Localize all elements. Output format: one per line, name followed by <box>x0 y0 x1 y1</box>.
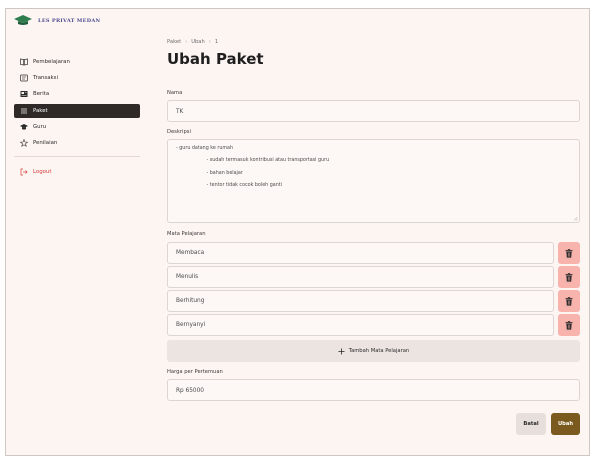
deskripsi-line: - bahan belajar <box>176 170 243 176</box>
trash-icon <box>565 296 573 306</box>
resize-handle-icon[interactable] <box>573 216 578 221</box>
subject-row: Membaca <box>167 242 580 264</box>
list-icon <box>20 107 28 115</box>
sidebar-item-guru[interactable]: Guru <box>14 120 140 134</box>
breadcrumb: Paket › Ubah › 1 <box>167 39 218 45</box>
sidebar-item-label: Guru <box>33 123 47 130</box>
sidebar-item-label: Berita <box>33 91 50 98</box>
deskripsi-label: Deskripsi <box>167 129 191 135</box>
add-subject-label: Tambah Mata Pelajaran <box>348 348 410 354</box>
deskripsi-field[interactable]: - guru datang ke rumah - sudah termasuk … <box>167 139 580 223</box>
trash-icon <box>565 248 573 258</box>
logout-button[interactable]: Logout <box>14 165 140 179</box>
app-window: LES PRIVAT MEDAN Pembelajaran Transaksi … <box>5 8 590 456</box>
sidebar-item-transaksi[interactable]: Transaksi <box>14 71 140 85</box>
breadcrumb-item-ubah[interactable]: Ubah <box>191 39 205 45</box>
subject-field[interactable]: Menulis <box>167 266 554 288</box>
trash-icon <box>565 320 573 330</box>
receipt-icon <box>20 74 28 82</box>
harga-field[interactable]: Rp 65000 <box>167 379 580 401</box>
subject-field[interactable]: Bernyanyi <box>167 314 554 336</box>
subject-field[interactable]: Berhitung <box>167 290 554 312</box>
sidebar-item-label: Penilaian <box>33 139 58 146</box>
sidebar-nav: Pembelajaran Transaksi Berita Paket Guru… <box>14 55 140 181</box>
delete-subject-button[interactable] <box>558 242 580 264</box>
nama-label: Nama <box>167 90 183 96</box>
add-subject-button[interactable]: Tambah Mata Pelajaran <box>167 340 580 362</box>
deskripsi-line: - guru datang ke rumah <box>176 146 234 151</box>
harga-label: Harga per Pertemuan <box>167 369 223 375</box>
sidebar-divider <box>14 155 140 157</box>
logout-icon <box>20 168 28 176</box>
main-content: Paket › Ubah › 1 Ubah Paket Nama TK Desk… <box>167 9 581 455</box>
sidebar-item-paket[interactable]: Paket <box>14 103 140 118</box>
subject-row: Menulis <box>167 266 580 288</box>
brand[interactable]: LES PRIVAT MEDAN <box>14 15 100 26</box>
delete-subject-button[interactable] <box>558 290 580 312</box>
star-icon <box>20 138 28 147</box>
subject-field[interactable]: Membaca <box>167 242 554 264</box>
subject-row: Bernyanyi <box>167 314 580 336</box>
breadcrumb-separator: › <box>185 39 188 45</box>
brand-logo-icon <box>14 15 32 25</box>
sidebar-item-penilaian[interactable]: Penilaian <box>14 136 140 150</box>
delete-subject-button[interactable] <box>558 266 580 288</box>
book-icon <box>20 58 28 66</box>
sidebar-item-label: Pembelajaran <box>33 59 70 65</box>
sidebar-item-label: Transaksi <box>33 75 58 82</box>
nama-field[interactable]: TK <box>167 100 580 122</box>
page-title: Ubah Paket <box>167 50 264 68</box>
sidebar-item-berita[interactable]: Berita <box>14 87 140 101</box>
newspaper-icon <box>20 90 28 98</box>
deskripsi-line: - sudah termasuk kontribusi atau transpo… <box>176 158 330 164</box>
brand-name: LES PRIVAT MEDAN <box>38 17 101 24</box>
breadcrumb-item-id: 1 <box>214 39 219 45</box>
breadcrumb-separator: › <box>208 39 211 45</box>
save-button[interactable]: Ubah <box>551 413 580 435</box>
plus-icon <box>338 348 345 354</box>
sidebar: LES PRIVAT MEDAN Pembelajaran Transaksi … <box>6 9 145 455</box>
breadcrumb-item-paket[interactable]: Paket <box>167 39 181 45</box>
mata-pelajaran-label: Mata Pelajaran <box>167 231 206 237</box>
deskripsi-line: - tentor tidak cocok boleh ganti <box>176 183 282 189</box>
subject-row: Berhitung <box>167 290 580 312</box>
sidebar-item-label: Paket <box>33 107 48 114</box>
graduation-cap-icon <box>20 123 28 131</box>
delete-subject-button[interactable] <box>558 314 580 336</box>
logout-label: Logout <box>33 168 52 175</box>
cancel-button[interactable]: Batal <box>516 413 546 435</box>
sidebar-item-pembelajaran[interactable]: Pembelajaran <box>14 55 140 69</box>
trash-icon <box>565 272 573 282</box>
